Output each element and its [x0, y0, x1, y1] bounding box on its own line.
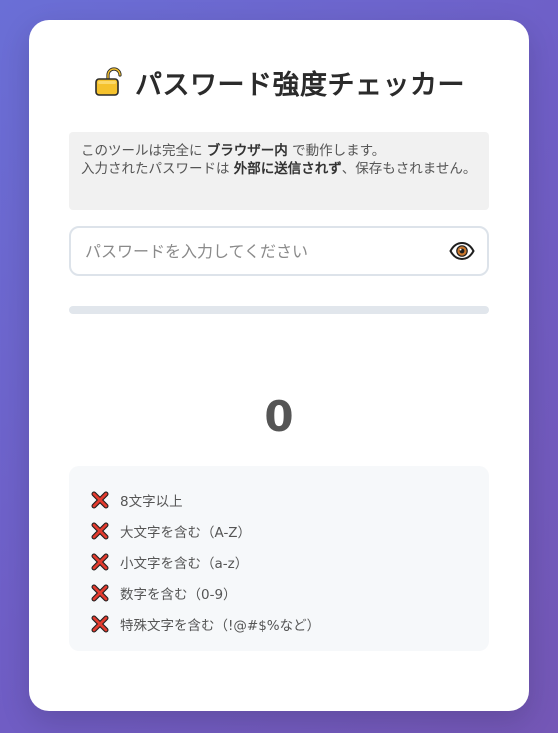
requirement-label: 特殊文字を含む（!@#$%など）	[120, 617, 321, 634]
notice-text: で動作します。	[292, 143, 386, 159]
checker-card: パスワード強度チェッカー このツールは完全に ブラウザー内 で動作します。 入力…	[29, 20, 529, 711]
header: パスワード強度チェッカー	[29, 64, 529, 101]
strength-score: 0	[264, 392, 294, 441]
password-input[interactable]	[85, 228, 435, 274]
privacy-notice: このツールは完全に ブラウザー内 で動作します。 入力されたパスワードは 外部に…	[69, 132, 489, 210]
cross-icon	[91, 522, 109, 540]
notice-line-2: 入力されたパスワードは 外部に送信されず、保存もされません。	[81, 160, 477, 178]
notice-line-1: このツールは完全に ブラウザー内 で動作します。	[81, 142, 477, 160]
requirement-label: 小文字を含む（a-z）	[120, 555, 249, 572]
requirement-item: 数字を含む（0-9）	[69, 577, 489, 608]
requirement-item: 特殊文字を含む（!@#$%など）	[69, 608, 489, 639]
notice-text: このツールは完全に	[81, 143, 203, 159]
requirement-item: 大文字を含む（A-Z）	[69, 515, 489, 546]
requirements-list: 8文字以上 大文字を含む（A-Z） 小文字を含む（a-z） 数字を含む（0-9）…	[69, 466, 489, 651]
notice-emphasis: ブラウザー内	[206, 143, 288, 159]
notice-emphasis: 外部に送信されず	[233, 161, 342, 177]
notice-text: 、保存もされません。	[341, 161, 477, 177]
cross-icon	[91, 584, 109, 602]
requirement-label: 数字を含む（0-9）	[120, 586, 237, 603]
password-field	[69, 226, 489, 276]
cross-icon	[91, 491, 109, 509]
notice-text: 入力されたパスワードは	[81, 161, 230, 177]
requirement-item: 小文字を含む（a-z）	[69, 546, 489, 577]
cross-icon	[91, 553, 109, 571]
eye-icon[interactable]	[449, 240, 475, 262]
lock-icon	[93, 66, 125, 98]
cross-icon	[91, 615, 109, 633]
strength-meter	[69, 306, 489, 314]
requirement-label: 8文字以上	[120, 493, 183, 510]
requirement-label: 大文字を含む（A-Z）	[120, 524, 252, 541]
requirement-item: 8文字以上	[69, 484, 489, 515]
page-title: パスワード強度チェッカー	[135, 69, 465, 101]
